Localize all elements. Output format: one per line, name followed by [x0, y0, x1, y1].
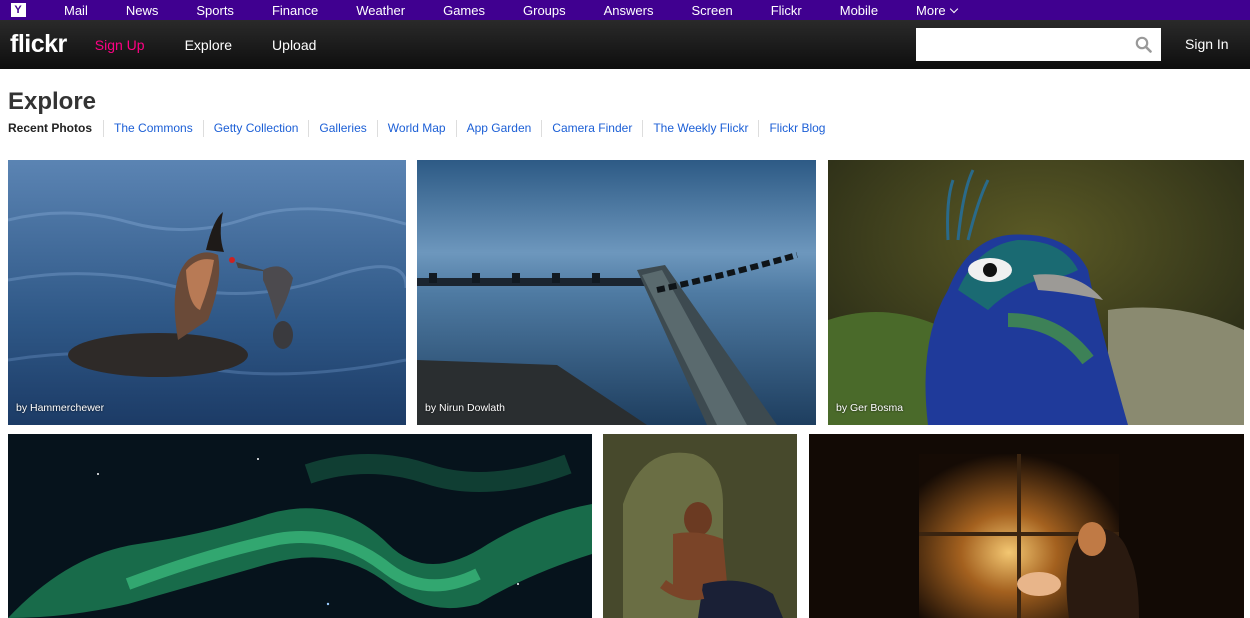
tab-weekly-flickr[interactable]: The Weekly Flickr [642, 120, 758, 137]
photo-seascape-image [417, 160, 816, 425]
yahoo-link-flickr[interactable]: Flickr [750, 3, 819, 18]
tab-galleries[interactable]: Galleries [308, 120, 376, 137]
sign-up-link[interactable]: Sign Up [95, 37, 145, 53]
photo-tile[interactable] [809, 434, 1244, 618]
tab-getty-collection[interactable]: Getty Collection [202, 120, 309, 137]
photo-credit[interactable]: by Hammerchewer [16, 402, 104, 414]
yahoo-link-sports[interactable]: Sports [175, 3, 251, 18]
photo-tile[interactable] [8, 434, 592, 618]
photo-credit[interactable]: by Nirun Dowlath [425, 402, 505, 414]
search-box [916, 28, 1161, 61]
yahoo-link-news[interactable]: News [105, 3, 176, 18]
search-input[interactable] [916, 28, 1126, 61]
tab-recent-photos[interactable]: Recent Photos [8, 120, 103, 137]
yahoo-more-label: More [916, 2, 946, 18]
sign-in-link[interactable]: Sign In [1185, 36, 1229, 52]
photo-tile[interactable]: by Nirun Dowlath [417, 160, 816, 425]
yahoo-link-weather[interactable]: Weather [335, 3, 422, 18]
page-title: Explore [8, 88, 97, 115]
photo-peacock-image [828, 160, 1244, 425]
tab-the-commons[interactable]: The Commons [103, 120, 203, 137]
yahoo-link-mail[interactable]: Mail [64, 3, 105, 18]
flickr-header: flickr Sign Up Explore Upload Sign In [0, 20, 1250, 69]
photo-aurora-image [8, 434, 592, 618]
photo-credit[interactable]: by Ger Bosma [836, 402, 903, 414]
yahoo-more-menu[interactable]: More [895, 3, 974, 18]
yahoo-logo[interactable]: Y [8, 0, 28, 20]
tab-flickr-blog[interactable]: Flickr Blog [758, 120, 835, 137]
chevron-down-icon [949, 4, 958, 13]
upload-link[interactable]: Upload [272, 37, 316, 53]
yahoo-link-games[interactable]: Games [422, 3, 502, 18]
yahoo-link-answers[interactable]: Answers [583, 3, 671, 18]
main-nav: Sign Up Explore Upload [95, 37, 357, 53]
flickr-logo[interactable]: flickr [10, 30, 67, 59]
yahoo-bar: Y Mail News Sports Finance Weather Games… [0, 0, 1250, 20]
photo-tile[interactable]: by Ger Bosma [828, 160, 1244, 425]
photo-tile[interactable]: by Hammerchewer [8, 160, 406, 425]
tab-app-garden[interactable]: App Garden [455, 120, 542, 137]
photo-tile[interactable] [603, 434, 797, 618]
yahoo-link-screen[interactable]: Screen [671, 3, 750, 18]
photo-father-baby-image [809, 434, 1244, 618]
yahoo-link-mobile[interactable]: Mobile [819, 3, 895, 18]
tab-world-map[interactable]: World Map [376, 120, 456, 137]
photo-grebe-image [8, 160, 406, 425]
tab-camera-finder[interactable]: Camera Finder [541, 120, 642, 137]
explore-subnav: Recent Photos The Commons Getty Collecti… [8, 120, 835, 137]
photo-boy-image [603, 434, 797, 618]
yahoo-link-groups[interactable]: Groups [502, 3, 583, 18]
yahoo-link-finance[interactable]: Finance [251, 3, 335, 18]
explore-link[interactable]: Explore [185, 37, 232, 53]
search-icon[interactable] [1135, 36, 1152, 53]
